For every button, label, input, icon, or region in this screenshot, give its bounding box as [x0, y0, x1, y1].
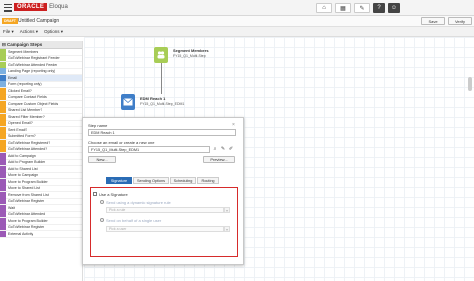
segment-members-icon[interactable]: [154, 47, 168, 63]
user-icon[interactable]: ☺: [388, 3, 400, 13]
envelope-icon: [123, 98, 133, 106]
step-item-label: Wait: [8, 205, 16, 210]
step-item-label: Shared Filter Member?: [8, 114, 45, 119]
preview-button[interactable]: Preview...: [203, 156, 235, 163]
rule-select[interactable]: Pick a rule: [106, 207, 224, 213]
wrench-icon[interactable]: ✎: [354, 3, 370, 13]
new-email-button[interactable]: New...: [88, 156, 116, 163]
step-item-label: Sent Email?: [8, 127, 28, 132]
tab-scheduling[interactable]: Scheduling: [170, 177, 196, 184]
search-icon[interactable]: ⌕: [212, 146, 218, 152]
step-name-input[interactable]: EDM Reach 1: [88, 129, 236, 136]
canvas-scrollbar[interactable]: [468, 77, 472, 91]
chevron-down-icon[interactable]: ▾: [224, 226, 230, 232]
step-item-label: Clicked Email?: [8, 88, 32, 93]
grid-icon[interactable]: ▦: [335, 3, 351, 13]
campaign-steps-panel: ⊟ Campaign Steps Segment Members GoToWebi…: [0, 41, 83, 281]
email-step-icon[interactable]: [121, 94, 135, 110]
step-item-label: GoToWebinar Attended Feeder: [8, 62, 58, 67]
file-menu[interactable]: File ▾: [3, 29, 14, 35]
step-item-label: Form (reporting only): [8, 82, 42, 87]
save-button[interactable]: Save: [421, 17, 445, 25]
email-select-field[interactable]: FY15_Q1_Multi-Step_EDM1: [88, 146, 210, 153]
step-item-label: Compare Contact Fields: [8, 95, 47, 100]
step-item-label: Move to Program Builder: [8, 218, 48, 223]
home-icon[interactable]: ⌂: [316, 3, 332, 13]
email-node-title: EDM Reach 1: [140, 96, 166, 101]
email-node-subtitle: FY15_Q1_Multi-Step_EDM1: [140, 102, 185, 106]
top-icon-group: ⌂ ▦ ✎ ? ☺: [316, 3, 400, 13]
step-item-label: Compare Custom Object Fields: [8, 101, 59, 106]
dynamic-signature-radio[interactable]: [100, 200, 104, 204]
verify-button[interactable]: Verify: [448, 17, 472, 25]
brand-logo: ORACLE Eloqua: [14, 2, 98, 12]
tab-routing[interactable]: Routing: [197, 177, 219, 184]
steps-panel-title: Campaign Steps: [7, 42, 43, 47]
menu-bar: File ▾ Actions ▾ Options ▾: [0, 27, 474, 37]
step-item-label: Segment Members: [8, 49, 39, 54]
options-menu[interactable]: Options ▾: [44, 29, 63, 35]
step-item-label: Remove from Shared List: [8, 192, 49, 197]
user-select[interactable]: Pick a user: [106, 226, 224, 232]
step-item-label: Submitted Form?: [8, 134, 36, 139]
close-icon[interactable]: ×: [232, 122, 236, 128]
status-badge: DRAFT: [2, 18, 18, 24]
tab-sending-options[interactable]: Sending Options: [133, 177, 169, 184]
segment-node-title: Segment Members: [173, 48, 209, 53]
step-item-label: Email: [8, 75, 17, 80]
help-icon[interactable]: ?: [373, 3, 385, 13]
step-item-label: External Activity: [8, 231, 34, 236]
step-item-label: GoToWebinar Attended: [8, 212, 46, 217]
step-item-label: GoToWebinar Registrant Feeder: [8, 56, 60, 61]
brand-product: Eloqua: [49, 4, 68, 10]
step-item-label: Move to Program Builder: [8, 179, 48, 184]
step-item-label: Opened Email?: [8, 121, 33, 126]
edit-icon[interactable]: ✎: [220, 146, 226, 152]
actions-menu[interactable]: Actions ▾: [20, 29, 38, 35]
step-item-label: Add to Shared List: [8, 166, 38, 171]
step-item-label: GoToWebinar Registered?: [8, 140, 51, 145]
step-item-label: Add to Campaign: [8, 153, 36, 158]
step-name-label: Step name: [88, 123, 108, 128]
use-signature-checkbox[interactable]: [93, 192, 97, 196]
campaign-title-bar: DRAFT Untitled Campaign Save Verify: [0, 16, 474, 27]
chevron-down-icon[interactable]: ▾: [224, 207, 230, 213]
hamburger-menu-icon[interactable]: [4, 4, 12, 12]
single-user-radio[interactable]: [100, 218, 104, 222]
choose-email-label: Choose an email or create a new one: [88, 140, 155, 145]
steps-panel-header[interactable]: ⊟ Campaign Steps: [0, 41, 82, 49]
step-item-label: GoToWebinar Register: [8, 199, 45, 204]
top-bar: ORACLE Eloqua ⌂ ▦ ✎ ? ☺: [0, 0, 474, 16]
tab-signature[interactable]: Signature: [106, 177, 132, 184]
people-icon: [157, 51, 165, 59]
segment-node-subtitle: FY15_Q1_Multi-Step: [173, 54, 206, 58]
step-item-label: GoToWebinar Register: [8, 225, 45, 230]
pencil-icon[interactable]: ✐: [228, 146, 234, 152]
single-user-label: Send on behalf of a single user: [106, 218, 162, 223]
step-item-label: Landing Page (reporting only): [8, 69, 56, 74]
use-signature-label: Use a Signature: [99, 192, 128, 197]
step-item-label: Shared List Member?: [8, 108, 43, 113]
step-item-label: Move to Shared List: [8, 186, 40, 191]
steps-list: Segment Members GoToWebinar Registrant Fe…: [0, 48, 82, 238]
campaign-title[interactable]: Untitled Campaign: [18, 18, 59, 24]
brand-oracle: ORACLE: [14, 3, 48, 11]
step-item-label: Move to Campaign: [8, 173, 39, 178]
step-item-label: GoToWebinar Attended?: [8, 147, 48, 152]
dynamic-signature-label: Send using a dynamic signature rule: [106, 200, 171, 205]
step-item-label: Add to Program Builder: [8, 160, 46, 165]
connector-line: [161, 63, 162, 94]
step-item[interactable]: External Activity: [0, 230, 82, 238]
